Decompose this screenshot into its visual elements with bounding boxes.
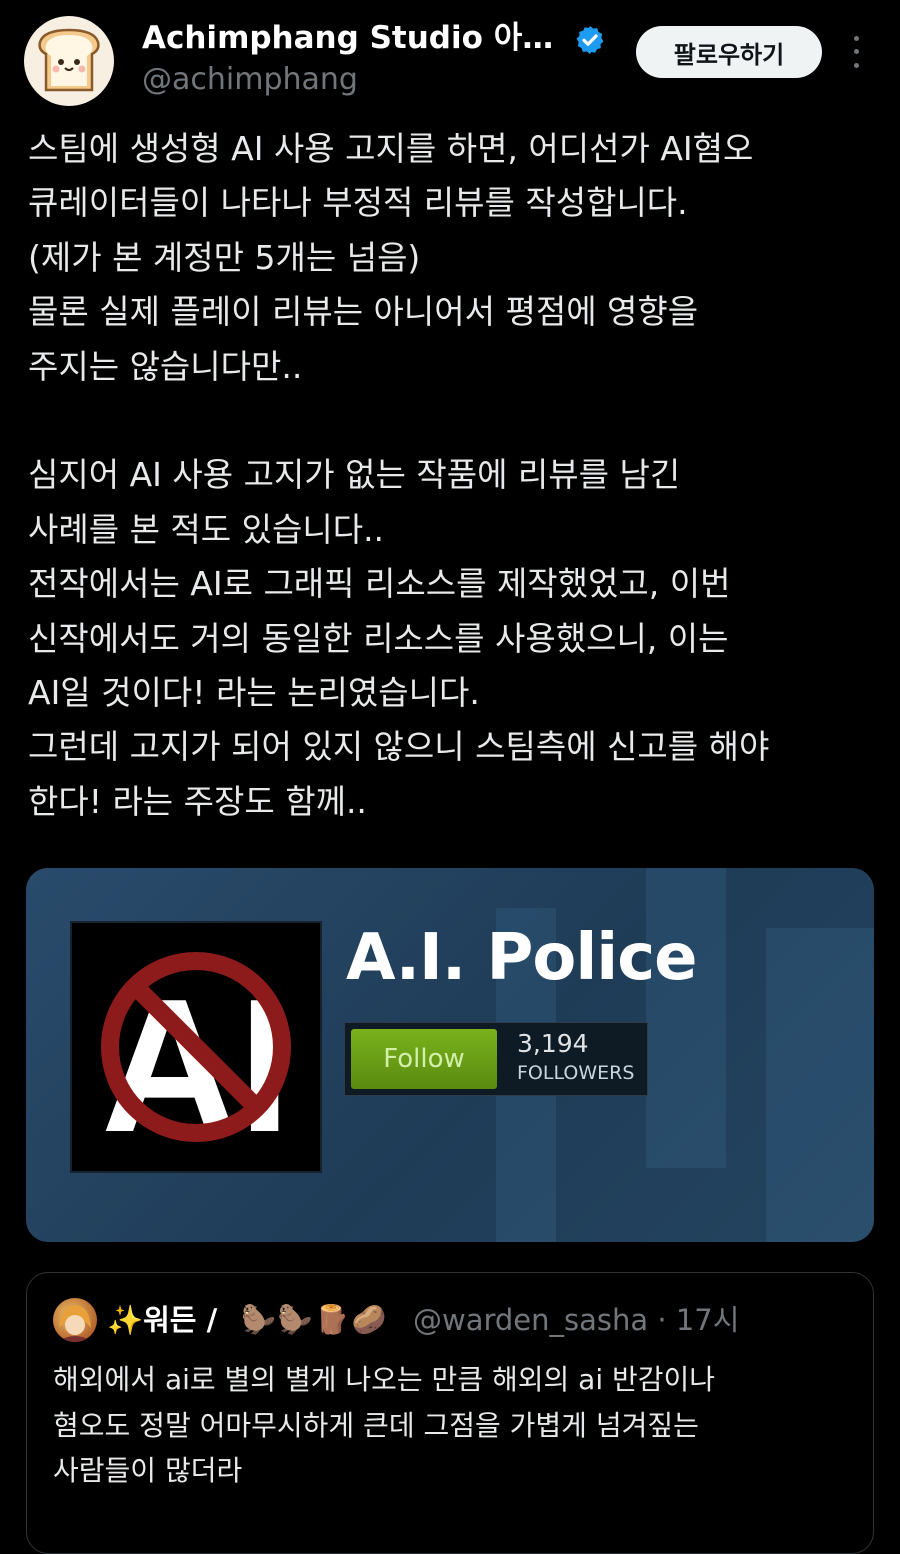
author-display-name[interactable]: Achimphang Studio 아침팡 스튜디오 xyxy=(142,18,567,58)
tweet-media-image[interactable]: AI A.I. Police Follow 3,194 FOLLOWERS xyxy=(26,868,874,1242)
follow-button[interactable]: 팔로우하기 xyxy=(636,26,822,78)
group-name: A.I. Police xyxy=(346,921,698,995)
quoted-author-meta: @warden_sasha · 17시 xyxy=(413,1301,739,1339)
author-handle[interactable]: @achimphang xyxy=(142,60,358,100)
tweet-text: 스팀에 생성형 AI 사용 고지를 하면, 어디선가 AI혐오 큐레이터들이 나… xyxy=(28,129,770,821)
more-vertical-icon[interactable] xyxy=(842,32,870,72)
quoted-tweet[interactable]: ✨워든 / 🦫 🦫 🪵 🥔 @warden_sasha · 17시 해외에서 a… xyxy=(26,1272,874,1554)
follower-label: FOLLOWERS xyxy=(517,1062,635,1084)
quoted-tweet-text: 해외에서 ai로 별의 별게 나오는 만큼 해외의 ai 반감이나 혐오도 정말… xyxy=(53,1363,716,1487)
beaver-icon: 🦫 xyxy=(277,1303,313,1336)
potato-icon: 🥔 xyxy=(351,1303,387,1336)
verified-badge-icon xyxy=(576,26,604,54)
follow-box: Follow 3,194 FOLLOWERS xyxy=(344,1022,648,1096)
anime-avatar-icon xyxy=(53,1298,97,1342)
beaver-icon: 🦫 xyxy=(241,1303,276,1336)
wood-log-icon: 🪵 xyxy=(314,1303,350,1336)
quoted-tweet-time: · 17시 xyxy=(657,1303,740,1337)
quoted-author-name[interactable]: ✨워든 / xyxy=(107,1301,217,1339)
steam-follow-button[interactable]: Follow xyxy=(351,1029,497,1089)
follower-count: 3,194 xyxy=(517,1029,589,1058)
quoted-author-emojis: 🦫 🦫 🪵 🥔 xyxy=(241,1301,387,1339)
author-avatar[interactable] xyxy=(24,16,114,106)
quoted-author-handle[interactable]: @warden_sasha xyxy=(413,1303,648,1337)
no-ai-prohibition-icon: AI xyxy=(70,921,322,1173)
bread-toast-icon xyxy=(38,28,100,92)
